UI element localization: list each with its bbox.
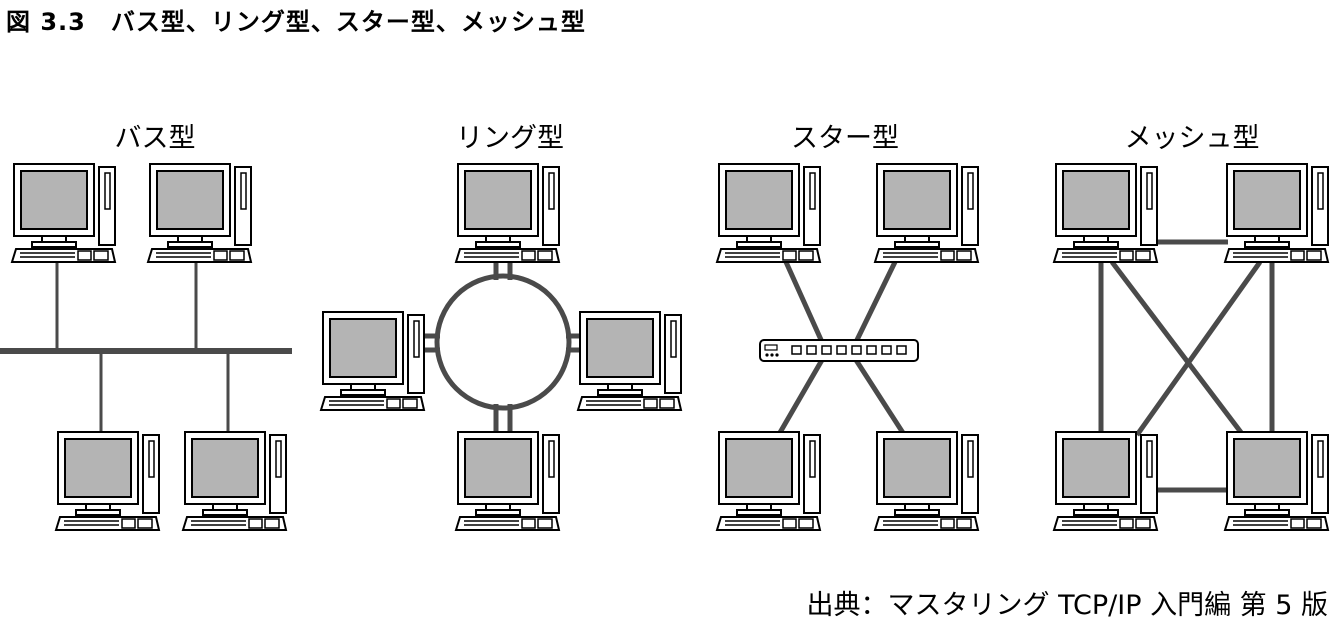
desktop-computer-icon — [147, 163, 252, 263]
desktop-computer-icon — [455, 163, 560, 263]
bus-topology: バス型 — [0, 123, 292, 531]
star-link — [775, 358, 825, 438]
desktop-computer-icon — [716, 163, 821, 263]
desktop-computer-icon — [577, 311, 682, 411]
network-topology-diagram: バス型 リング型 スター型 メッシュ型 — [0, 123, 1329, 531]
source-credit: 出典：マスタリング TCP/IP 入門編 第 5 版 — [806, 590, 1328, 621]
desktop-computer-icon — [11, 163, 116, 263]
mesh-link — [1110, 260, 1245, 437]
desktop-computer-icon — [1224, 163, 1329, 263]
ring-topology: リング型 — [320, 123, 682, 531]
desktop-computer-icon — [182, 431, 287, 531]
star-topology: スター型 — [716, 123, 979, 531]
desktop-computer-icon — [1053, 163, 1158, 263]
desktop-computer-icon — [1053, 431, 1158, 531]
bus-topology-title: バス型 — [115, 123, 196, 154]
desktop-computer-icon — [1224, 431, 1329, 531]
star-link — [853, 260, 898, 344]
star-link — [783, 260, 825, 344]
mesh-link — [1134, 260, 1263, 437]
ring-links — [424, 263, 582, 434]
star-topology-title: スター型 — [791, 123, 899, 154]
ring-topology-title: リング型 — [456, 123, 564, 154]
bus-links — [0, 262, 292, 435]
desktop-computer-icon — [716, 431, 821, 531]
star-link — [853, 358, 908, 438]
network-switch-icon — [759, 339, 919, 362]
desktop-computer-icon — [874, 163, 979, 263]
mesh-topology: メッシュ型 — [1053, 123, 1329, 531]
mesh-topology-title: メッシュ型 — [1125, 123, 1260, 154]
ring-cable — [434, 273, 572, 411]
desktop-computer-icon — [874, 431, 979, 531]
desktop-computer-icon — [455, 431, 560, 531]
desktop-computer-icon — [55, 431, 160, 531]
desktop-computer-icon — [320, 311, 425, 411]
